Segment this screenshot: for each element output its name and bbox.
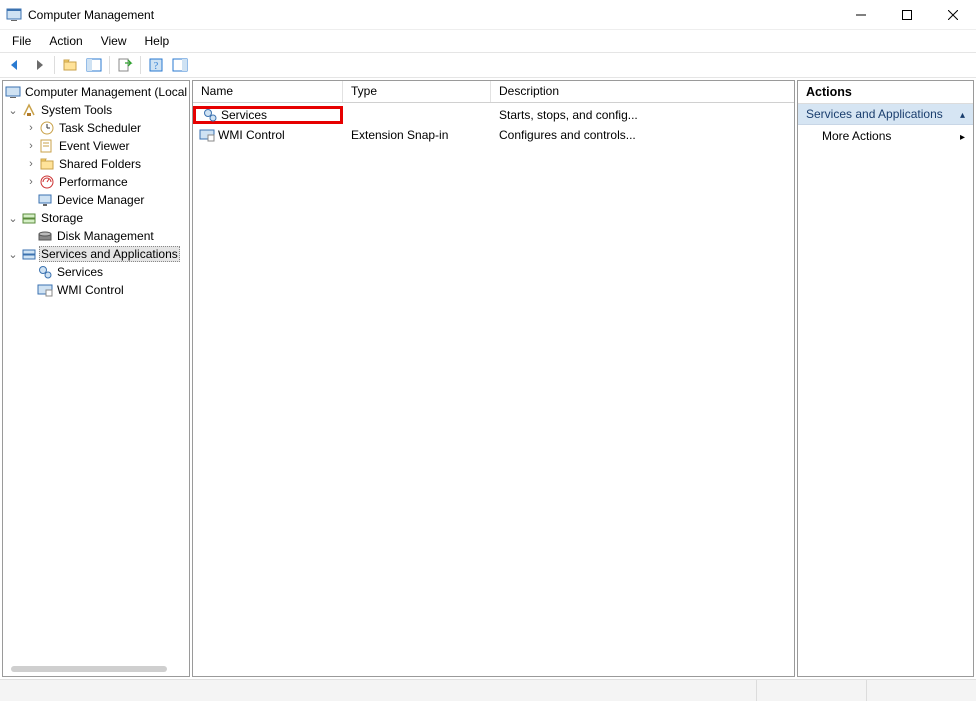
toolbar-separator bbox=[109, 56, 110, 74]
column-header-description[interactable]: Description bbox=[491, 81, 794, 102]
list-cell-description: Starts, stops, and config... bbox=[491, 108, 794, 122]
tree-node-performance[interactable]: › Performance bbox=[3, 173, 189, 191]
list-item[interactable]: Services Starts, stops, and config... bbox=[193, 105, 794, 125]
tree-node-root[interactable]: Computer Management (Local bbox=[3, 83, 189, 101]
list-header: Name Type Description bbox=[193, 81, 794, 103]
toolbar-action-toggle-button[interactable] bbox=[169, 54, 191, 76]
maximize-button[interactable] bbox=[884, 0, 930, 30]
actions-section-label: Services and Applications bbox=[806, 107, 943, 121]
toolbar-back-button[interactable] bbox=[4, 54, 26, 76]
toolbar-separator bbox=[54, 56, 55, 74]
services-apps-icon bbox=[21, 246, 37, 262]
tree-node-label: Device Manager bbox=[55, 193, 146, 207]
tree-node-wmi-control[interactable]: WMI Control bbox=[3, 281, 189, 299]
chevron-right-icon bbox=[960, 129, 965, 143]
actions-pane-title: Actions bbox=[798, 81, 973, 104]
tree-node-label: Task Scheduler bbox=[57, 121, 143, 135]
device-manager-icon bbox=[37, 192, 53, 208]
list-cell-type: Extension Snap-in bbox=[343, 128, 491, 142]
toolbar-up-button[interactable] bbox=[59, 54, 81, 76]
tree-node-label: Shared Folders bbox=[57, 157, 143, 171]
toolbar-help-button[interactable]: ? bbox=[145, 54, 167, 76]
tree-node-task-scheduler[interactable]: › Task Scheduler bbox=[3, 119, 189, 137]
chevron-right-icon[interactable]: › bbox=[25, 176, 37, 188]
tree-node-system-tools[interactable]: ⌄ System Tools bbox=[3, 101, 189, 119]
storage-icon bbox=[21, 210, 37, 226]
chevron-right-icon[interactable]: › bbox=[25, 140, 37, 152]
menu-file[interactable]: File bbox=[4, 32, 39, 50]
menu-help[interactable]: Help bbox=[137, 32, 178, 50]
statusbar bbox=[0, 679, 976, 701]
toolbar-forward-button[interactable] bbox=[28, 54, 50, 76]
computer-mgmt-icon bbox=[5, 84, 21, 100]
actions-more-actions[interactable]: More Actions bbox=[798, 125, 973, 147]
tree-node-services-and-applications[interactable]: ⌄ Services and Applications bbox=[3, 245, 189, 263]
actions-section-header[interactable]: Services and Applications bbox=[798, 104, 973, 125]
tree-node-disk-management[interactable]: Disk Management bbox=[3, 227, 189, 245]
toolbar-export-button[interactable] bbox=[114, 54, 136, 76]
tree-node-storage[interactable]: ⌄ Storage bbox=[3, 209, 189, 227]
titlebar: Computer Management bbox=[0, 0, 976, 30]
disk-management-icon bbox=[37, 228, 53, 244]
tree-node-event-viewer[interactable]: › Event Viewer bbox=[3, 137, 189, 155]
tree-node-device-manager[interactable]: Device Manager bbox=[3, 191, 189, 209]
tree-node-label: Services bbox=[55, 265, 105, 279]
horizontal-scrollbar[interactable] bbox=[11, 666, 167, 672]
menubar: File Action View Help bbox=[0, 30, 976, 52]
actions-pane: Actions Services and Applications More A… bbox=[797, 80, 974, 677]
tree-node-label: Disk Management bbox=[55, 229, 156, 243]
tree-node-services[interactable]: Services bbox=[3, 263, 189, 281]
menu-action[interactable]: Action bbox=[41, 32, 90, 50]
menu-view[interactable]: View bbox=[93, 32, 135, 50]
gears-icon bbox=[202, 107, 218, 123]
shared-folders-icon bbox=[39, 156, 55, 172]
list-cell-name: WMI Control bbox=[218, 128, 285, 142]
highlight-annotation: Services bbox=[193, 106, 343, 124]
minimize-button[interactable] bbox=[838, 0, 884, 30]
tree-node-label: Event Viewer bbox=[57, 139, 131, 153]
window-controls bbox=[838, 0, 976, 30]
tree-node-label: Computer Management (Local bbox=[23, 85, 189, 99]
list-body: Services Starts, stops, and config... WM… bbox=[193, 103, 794, 147]
app-icon bbox=[6, 7, 22, 23]
toolbar-tree-toggle-button[interactable] bbox=[83, 54, 105, 76]
tree-node-label: WMI Control bbox=[55, 283, 126, 297]
main-panes: Computer Management (Local ⌄ System Tool… bbox=[0, 78, 976, 679]
clock-icon bbox=[39, 120, 55, 136]
actions-item-label: More Actions bbox=[822, 129, 891, 143]
tree-node-shared-folders[interactable]: › Shared Folders bbox=[3, 155, 189, 173]
close-button[interactable] bbox=[930, 0, 976, 30]
column-header-name[interactable]: Name bbox=[193, 81, 343, 102]
chevron-right-icon[interactable]: › bbox=[25, 158, 37, 170]
chevron-down-icon[interactable]: ⌄ bbox=[7, 104, 19, 116]
list-cell-name: Services bbox=[221, 108, 267, 122]
console-tree[interactable]: Computer Management (Local ⌄ System Tool… bbox=[3, 81, 189, 301]
wmi-icon bbox=[37, 282, 53, 298]
chevron-down-icon[interactable]: ⌄ bbox=[7, 212, 19, 224]
list-cell-description: Configures and controls... bbox=[491, 128, 794, 142]
tree-node-label: Services and Applications bbox=[39, 246, 180, 262]
tree-node-label: Storage bbox=[39, 211, 85, 225]
event-viewer-icon bbox=[39, 138, 55, 154]
toolbar-separator bbox=[140, 56, 141, 74]
console-tree-pane: Computer Management (Local ⌄ System Tool… bbox=[2, 80, 190, 677]
svg-text:?: ? bbox=[154, 61, 159, 72]
window-title: Computer Management bbox=[28, 8, 154, 22]
list-item[interactable]: WMI Control Extension Snap-in Configures… bbox=[193, 125, 794, 145]
performance-icon bbox=[39, 174, 55, 190]
chevron-right-icon[interactable]: › bbox=[25, 122, 37, 134]
chevron-up-icon bbox=[960, 107, 965, 121]
details-list-pane: Name Type Description Services Starts, s… bbox=[192, 80, 795, 677]
gears-icon bbox=[37, 264, 53, 280]
wmi-icon bbox=[199, 127, 215, 143]
chevron-down-icon[interactable]: ⌄ bbox=[7, 248, 19, 260]
tree-node-label: System Tools bbox=[39, 103, 114, 117]
column-header-type[interactable]: Type bbox=[343, 81, 491, 102]
tree-node-label: Performance bbox=[57, 175, 130, 189]
system-tools-icon bbox=[21, 102, 37, 118]
toolbar: ? bbox=[0, 52, 976, 78]
